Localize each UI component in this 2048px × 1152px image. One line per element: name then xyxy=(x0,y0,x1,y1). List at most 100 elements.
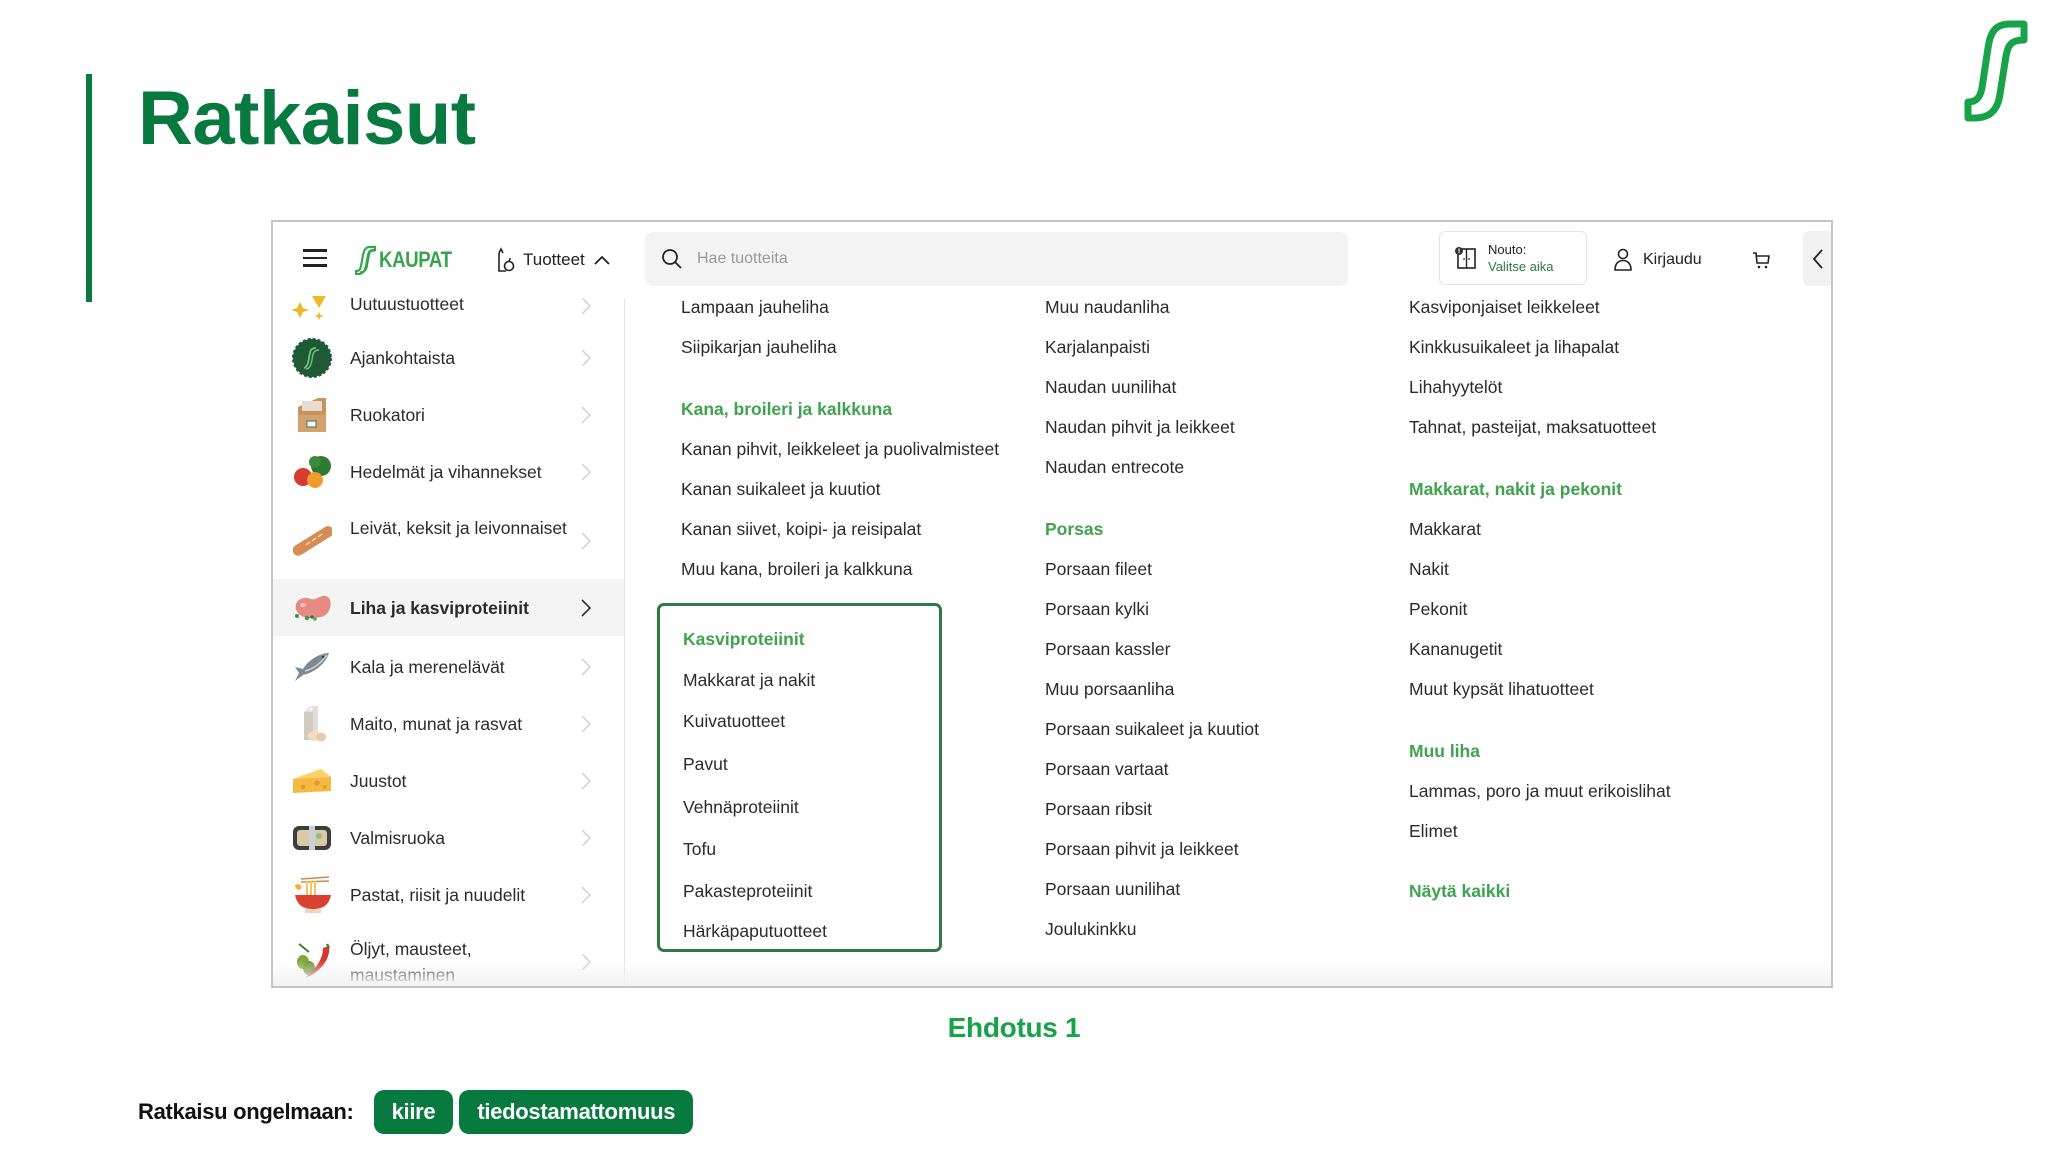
cart-button[interactable] xyxy=(1747,244,1777,276)
subcategory-link-porsaan-kassler[interactable]: Porsaan kassler xyxy=(1045,638,1170,660)
sidebar-item-uutuustuotteet[interactable]: Uutuustuotteet xyxy=(273,288,624,324)
chevron-right-icon xyxy=(581,463,592,481)
sidebar-item-label: Liha ja kasviproteiinit xyxy=(350,598,529,618)
sidebar-item-label: Ruokatori xyxy=(350,405,425,425)
pickup-door-icon xyxy=(1455,247,1476,269)
sidebar-item-liha-ja-kasviproteiinit[interactable]: Liha ja kasviproteiinit xyxy=(273,579,624,636)
subcategory-link-kananugetit[interactable]: Kananugetit xyxy=(1409,638,1502,660)
chevron-right-icon xyxy=(581,772,592,790)
subcategory-link-siipikarjan-jauheliha[interactable]: Siipikarjan jauheliha xyxy=(681,336,837,358)
subcategory-link-karjalanpaisti[interactable]: Karjalanpaisti xyxy=(1045,336,1150,358)
subcategory-link-porsaan-fileet[interactable]: Porsaan fileet xyxy=(1045,558,1152,580)
collapse-panel-button[interactable] xyxy=(1803,231,1831,286)
subcategory-link-vehnaproteiinit[interactable]: Vehnäproteiinit xyxy=(683,796,799,818)
s-badge-icon xyxy=(291,337,333,379)
subcategory-link-muu-kana-broileri-ja-kalkkuna[interactable]: Muu kana, broileri ja kalkkuna xyxy=(681,558,913,580)
user-icon xyxy=(1614,248,1632,271)
sidebar-item-juustot[interactable]: Juustot xyxy=(273,755,624,807)
subcategory-link-kanan-suikaleet-ja-kuutiot[interactable]: Kanan suikaleet ja kuutiot xyxy=(681,478,880,500)
subcategory-link-porsaan-pihvit-ja-leikkeet[interactable]: Porsaan pihvit ja leikkeet xyxy=(1045,838,1239,860)
brand-logo[interactable]: KAUPAT xyxy=(355,244,464,276)
subcategory-link-makkarat-ja-nakit[interactable]: Makkarat ja nakit xyxy=(683,669,815,691)
chevron-right-icon xyxy=(581,953,592,971)
sidebar-item-label: Ajankohtaista xyxy=(350,348,456,368)
search-input[interactable] xyxy=(697,250,1297,268)
subcategory-link-makkarat[interactable]: Makkarat xyxy=(1409,518,1481,540)
subcategory-link-kanan-pihvit-leikkeleet-ja-puolivalmisteet[interactable]: Kanan pihvit, leikkeleet ja puolivalmist… xyxy=(681,438,999,460)
sidebar-item-ruokatori[interactable]: Ruokatori xyxy=(273,389,624,441)
pickup-time-button[interactable]: Nouto: Valitse aika xyxy=(1439,231,1587,285)
subcategory-link-muu-porsaanliha[interactable]: Muu porsaanliha xyxy=(1045,678,1174,700)
sidebar-item-label: Leivät, keksit ja leivonnaiset xyxy=(350,518,567,538)
subcategory-link-pavut[interactable]: Pavut xyxy=(683,753,728,775)
products-menu-toggle[interactable]: Tuotteet xyxy=(495,244,611,276)
brand-name: KAUPAT xyxy=(379,247,452,272)
sidebar-item-hedelmat-ja-vihannekset[interactable]: Hedelmät ja vihannekset xyxy=(273,446,624,498)
subcategory-link-porsaan-uunilihat[interactable]: Porsaan uunilihat xyxy=(1045,878,1180,900)
subcategory-link-kuivatuotteet[interactable]: Kuivatuotteet xyxy=(683,710,785,732)
subcategory-link-naudan-pihvit-ja-leikkeet[interactable]: Naudan pihvit ja leikkeet xyxy=(1045,416,1235,438)
menu-icon[interactable] xyxy=(303,249,327,267)
subcategory-link-porsaan-kylki[interactable]: Porsaan kylki xyxy=(1045,598,1149,620)
grocery-bag-icon xyxy=(498,247,515,272)
subcategory-link-muu-naudanliha[interactable]: Muu naudanliha xyxy=(1045,296,1170,318)
chevron-right-icon xyxy=(581,715,592,733)
subcategory-link-naudan-uunilihat[interactable]: Naudan uunilihat xyxy=(1045,376,1176,398)
subcategory-link-tahnat-pasteijat-maksatuotteet[interactable]: Tahnat, pasteijat, maksatuotteet xyxy=(1409,416,1656,438)
cheese-icon xyxy=(291,760,333,802)
subcategory-heading-muu-liha[interactable]: Muu liha xyxy=(1409,740,1480,762)
pickup-value: Valitse aika xyxy=(1488,259,1554,274)
sidebar-item-leivat-keksit-ja-leivonnaiset[interactable]: Leivät, keksit ja leivonnaiset xyxy=(273,503,624,579)
chili-olive-icon xyxy=(291,941,333,983)
subcategory-link-kanan-siivet-koipi-ja-reisipalat[interactable]: Kanan siivet, koipi- ja reisipalat xyxy=(681,518,921,540)
proposal-caption: Ehdotus 1 xyxy=(947,1012,1081,1043)
sparkle-icon xyxy=(291,285,333,327)
subcategory-heading-kasviproteiinit[interactable]: Kasviproteiinit xyxy=(683,628,805,650)
sidebar-item-pastat-riisit-ja-nuudelit[interactable]: Pastat, riisit ja nuudelit xyxy=(273,869,624,921)
subcategory-link-lampaan-jauheliha[interactable]: Lampaan jauheliha xyxy=(681,296,829,318)
sidebar-item-label: Hedelmät ja vihannekset xyxy=(350,462,542,482)
subcategory-heading-nayta-kaikki[interactable]: Näytä kaikki xyxy=(1409,880,1510,902)
subcategory-link-nakit[interactable]: Nakit xyxy=(1409,558,1449,580)
chevron-right-icon xyxy=(581,886,592,904)
subcategory-link-kinkkusuikaleet-ja-lihapalat[interactable]: Kinkkusuikaleet ja lihapalat xyxy=(1409,336,1619,358)
meat-icon xyxy=(291,586,333,628)
baguette-icon xyxy=(291,520,333,562)
sidebar-item-label: Uutuustuotteet xyxy=(350,294,464,314)
subcategory-heading-kana-broileri-ja-kalkkuna[interactable]: Kana, broileri ja kalkkuna xyxy=(681,398,892,420)
subcategory-link-pekonit[interactable]: Pekonit xyxy=(1409,598,1467,620)
subcategory-link-tofu[interactable]: Tofu xyxy=(683,838,716,860)
subcategory-link-harkapaputuotteet[interactable]: Härkäpaputuotteet xyxy=(683,920,827,942)
subcategory-heading-porsas[interactable]: Porsas xyxy=(1045,518,1103,540)
sidebar-item-valmisruoka[interactable]: Valmisruoka xyxy=(273,812,624,864)
subcategory-link-porsaan-suikaleet-ja-kuutiot[interactable]: Porsaan suikaleet ja kuutiot xyxy=(1045,718,1259,740)
sidebar-item-maito-munat-ja-rasvat[interactable]: Maito, munat ja rasvat xyxy=(273,698,624,750)
subcategory-link-joulukinkku[interactable]: Joulukinkku xyxy=(1045,918,1136,940)
noodles-icon xyxy=(291,874,333,916)
sidebar-item-oljyt-mausteet-maustaminen[interactable]: Öljyt, mausteet, maustaminen xyxy=(273,926,624,986)
sidebar-item-label: Kala ja merenelävät xyxy=(350,657,505,677)
subcategory-heading-makkarat-nakit-ja-pekonit[interactable]: Makkarat, nakit ja pekonit xyxy=(1409,478,1622,500)
search-icon[interactable] xyxy=(661,248,683,270)
sidebar-item-ajankohtaista[interactable]: Ajankohtaista xyxy=(273,332,624,384)
problem-row: Ratkaisu ongelmaan: kiire tiedostamattom… xyxy=(138,1090,694,1134)
subcategory-link-muut-kypsat-lihatuotteet[interactable]: Muut kypsät lihatuotteet xyxy=(1409,678,1594,700)
ready-meal-icon xyxy=(291,817,333,859)
subcategory-link-lihahyytelot[interactable]: Lihahyytelöt xyxy=(1409,376,1502,398)
subcategory-link-naudan-entrecote[interactable]: Naudan entrecote xyxy=(1045,456,1184,478)
subcategory-link-elimet[interactable]: Elimet xyxy=(1409,820,1458,842)
subcategory-link-porsaan-vartaat[interactable]: Porsaan vartaat xyxy=(1045,758,1169,780)
products-label: Tuotteet xyxy=(523,250,585,269)
accent-bar xyxy=(86,74,92,302)
fruit-vegetables-icon xyxy=(291,451,333,493)
chevron-left-icon xyxy=(1812,248,1823,269)
subcategory-link-kasviponjaiset-leikkeleet[interactable]: Kasviponjaiset leikkeleet xyxy=(1409,296,1600,318)
subcategory-link-lammas-poro-ja-muut-erikoislihat[interactable]: Lammas, poro ja muut erikoislihat xyxy=(1409,780,1671,802)
s-group-logo-icon xyxy=(1964,20,2028,122)
sidebar-item-kala-ja-merenelavat[interactable]: Kala ja merenelävät xyxy=(273,641,624,693)
sidebar-item-label: Valmisruoka xyxy=(350,828,445,848)
login-button[interactable]: Kirjaudu xyxy=(1613,244,1702,276)
sidebar-item-label: Öljyt, mausteet, maustaminen xyxy=(350,939,472,985)
subcategory-link-porsaan-ribsit[interactable]: Porsaan ribsit xyxy=(1045,798,1152,820)
subcategory-link-pakasteproteiinit[interactable]: Pakasteproteiinit xyxy=(683,880,812,902)
